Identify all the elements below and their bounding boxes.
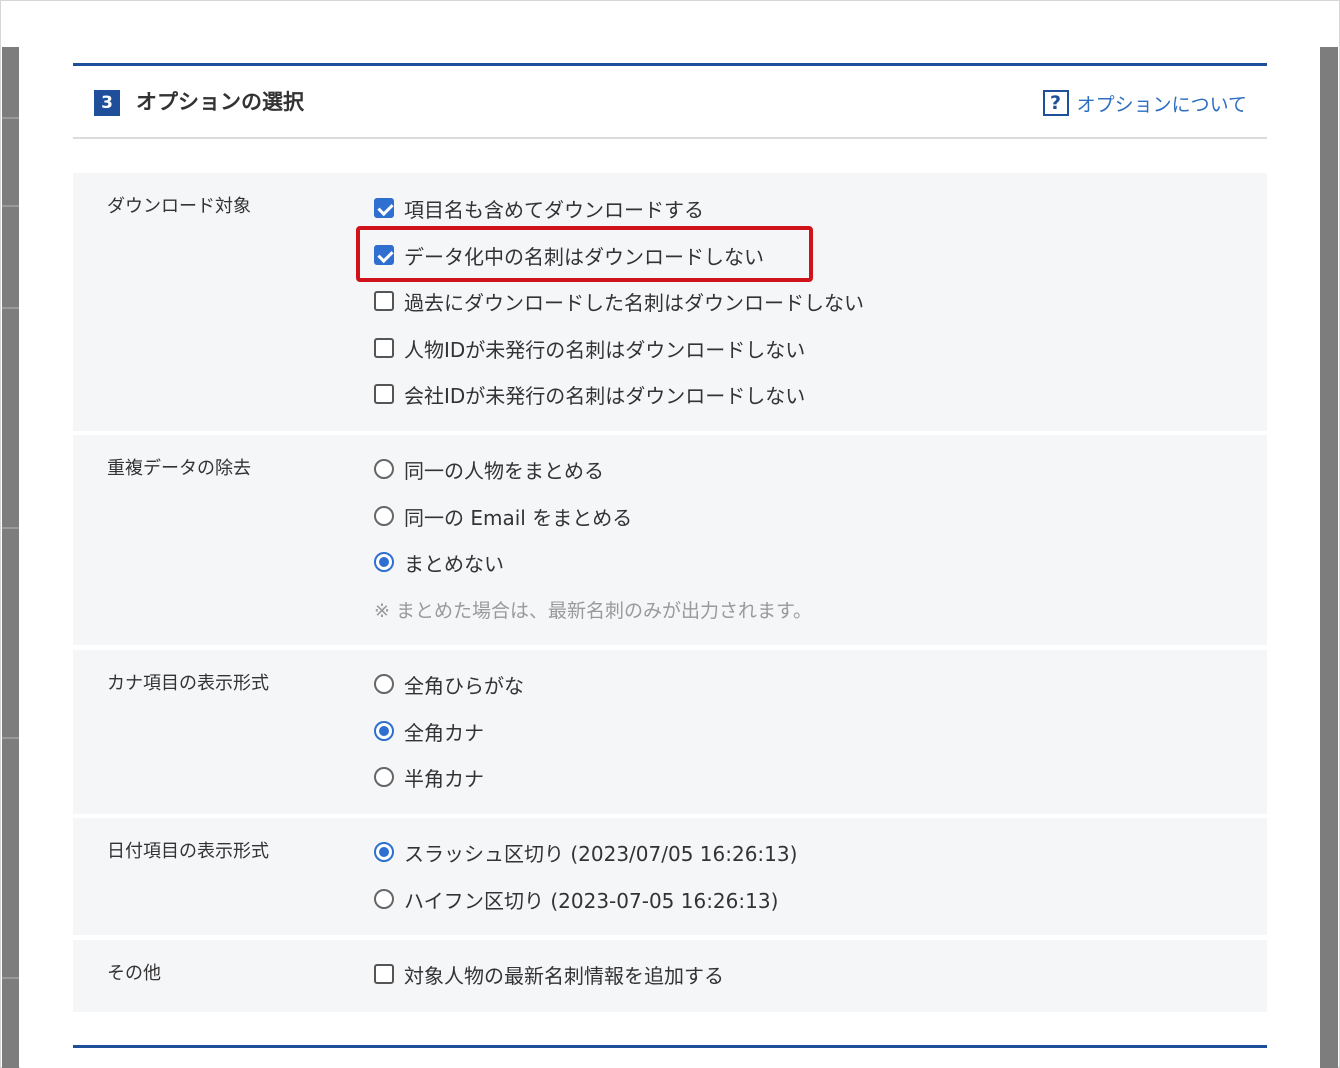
row-label-date-format: 日付項目の表示形式 <box>107 841 269 862</box>
download-option-exclude-no-person-id[interactable]: 人物IDが未発行の名刺はダウンロードしない <box>374 335 806 362</box>
option-label: 同一の人物をまとめる <box>404 458 604 483</box>
row-label-dedupe: 重複データの除去 <box>107 458 251 479</box>
download-option-include-headers[interactable]: 項目名も含めてダウンロードする <box>374 195 704 222</box>
background-rule <box>2 737 19 739</box>
option-label: 対象人物の最新名刺情報を追加する <box>404 963 724 988</box>
background-rule <box>2 527 19 529</box>
radio-button[interactable] <box>374 889 394 909</box>
radio-button[interactable] <box>374 721 394 741</box>
option-label: 同一の Email をまとめる <box>404 505 633 530</box>
background-page-right <box>1320 47 1338 1068</box>
background-rule <box>2 117 19 119</box>
checkbox[interactable] <box>374 964 394 984</box>
checkbox[interactable] <box>374 198 394 218</box>
option-label: 会社IDが未発行の名刺はダウンロードしない <box>404 383 806 408</box>
highlight-box <box>356 226 813 282</box>
dedupe-option-none[interactable]: まとめない <box>374 549 504 576</box>
radio-button[interactable] <box>374 767 394 787</box>
download-option-exclude-downloaded[interactable]: 過去にダウンロードした名刺はダウンロードしない <box>374 288 864 315</box>
kana-option-full-katakana[interactable]: 全角カナ <box>374 718 484 745</box>
radio-button[interactable] <box>374 552 394 572</box>
row-label-kana-format: カナ項目の表示形式 <box>107 673 269 694</box>
row-label-other: その他 <box>107 963 161 984</box>
option-label: 項目名も含めてダウンロードする <box>404 197 704 222</box>
radio-button[interactable] <box>374 506 394 526</box>
option-label: 全角ひらがな <box>404 673 524 698</box>
top-strip <box>2 2 1338 47</box>
section-title: オプションの選択 <box>136 90 304 114</box>
option-label: スラッシュ区切り (2023/07/05 16:26:13) <box>404 841 798 866</box>
background-rule <box>2 205 19 207</box>
question-mark-icon: ? <box>1042 90 1069 116</box>
kana-option-half-katakana[interactable]: 半角カナ <box>374 764 484 791</box>
row-label-download-target: ダウンロード対象 <box>107 196 251 217</box>
dedupe-option-email[interactable]: 同一の Email をまとめる <box>374 503 633 530</box>
kana-option-hiragana[interactable]: 全角ひらがな <box>374 671 524 698</box>
section-bottom-rule <box>73 1045 1267 1048</box>
background-rule <box>2 307 19 309</box>
radio-button[interactable] <box>374 674 394 694</box>
step-number-badge: 3 <box>94 90 120 116</box>
help-link[interactable]: ? オプションについて <box>1042 88 1247 118</box>
date-option-slash[interactable]: スラッシュ区切り (2023/07/05 16:26:13) <box>374 839 798 866</box>
section-header: 3 オプションの選択 ? オプションについて <box>73 63 1267 139</box>
dedupe-note: ※ まとめた場合は、最新名刺のみが出力されます。 <box>374 599 813 622</box>
option-label: 半角カナ <box>404 766 484 791</box>
row-dedupe: 重複データの除去 同一の人物をまとめる 同一の Email をまとめる まとめな… <box>73 435 1267 645</box>
row-other: その他 対象人物の最新名刺情報を追加する <box>73 940 1267 1012</box>
background-rule <box>2 977 19 979</box>
checkbox[interactable] <box>374 338 394 358</box>
option-label: ハイフン区切り (2023-07-05 16:26:13) <box>404 888 779 913</box>
row-download-target: ダウンロード対象 項目名も含めてダウンロードする データ化中の名刺はダウンロード… <box>73 173 1267 431</box>
other-option-latest-card[interactable]: 対象人物の最新名刺情報を追加する <box>374 961 724 988</box>
dedupe-option-person[interactable]: 同一の人物をまとめる <box>374 456 604 483</box>
download-option-exclude-no-company-id[interactable]: 会社IDが未発行の名刺はダウンロードしない <box>374 381 806 408</box>
option-label: 人物IDが未発行の名刺はダウンロードしない <box>404 337 806 362</box>
date-option-hyphen[interactable]: ハイフン区切り (2023-07-05 16:26:13) <box>374 886 779 913</box>
radio-button[interactable] <box>374 459 394 479</box>
help-link-label: オプションについて <box>1076 93 1247 116</box>
checkbox[interactable] <box>374 384 394 404</box>
option-label: 過去にダウンロードした名刺はダウンロードしない <box>404 290 864 315</box>
radio-button[interactable] <box>374 842 394 862</box>
row-kana-format: カナ項目の表示形式 全角ひらがな 全角カナ 半角カナ <box>73 650 1267 814</box>
background-page-left <box>2 47 19 1068</box>
option-label: 全角カナ <box>404 720 484 745</box>
row-date-format: 日付項目の表示形式 スラッシュ区切り (2023/07/05 16:26:13)… <box>73 818 1267 935</box>
option-label: まとめない <box>404 551 504 576</box>
checkbox[interactable] <box>374 291 394 311</box>
